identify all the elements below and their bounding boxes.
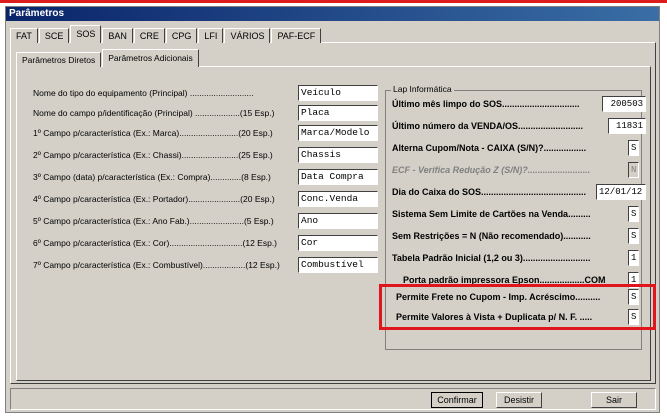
field-row-characteristic-2: 2º Campo p/característica (Ex.: Chassi).… xyxy=(33,147,378,163)
field-label: 3º Campo (data) p/característica (Ex.: C… xyxy=(33,172,271,182)
row-label: Sem Restrições = N (Não recomendado)....… xyxy=(392,231,591,241)
row-label: Tabela Padrão Inicial (1,2 ou 3)........… xyxy=(392,253,591,263)
top-tab-strip: FAT SCE SOS BAN CRE CPG LFI VÁRIOS PAF-E… xyxy=(10,25,322,43)
groupbox-title: Lap Informática xyxy=(391,84,454,94)
row-label: Último número da VENDA/OS...............… xyxy=(392,121,584,131)
field-row-identification: Nome do campo p/identificação (Principal… xyxy=(33,105,378,121)
tab-ban[interactable]: BAN xyxy=(102,28,133,43)
row-alterna-cupom: Alterna Cupom/Nota - CAIXA (S/N)?.......… xyxy=(392,140,586,156)
cancel-button[interactable]: Desistir xyxy=(496,392,542,408)
field-row-characteristic-5: 5º Campo p/característica (Ex.: Ano Fab.… xyxy=(33,213,378,229)
characteristic-6-input[interactable]: Cor xyxy=(298,235,378,251)
confirm-button[interactable]: Confirmar xyxy=(431,392,483,408)
tab-parametros-adicionais[interactable]: Parâmetros Adicionais xyxy=(102,49,199,67)
field-label: 5º Campo p/característica (Ex.: Ano Fab.… xyxy=(33,216,274,226)
field-label: 7º Campo p/característica (Ex.: Combustí… xyxy=(33,260,280,270)
row-no-restrictions: Sem Restrições = N (Não recomendado)....… xyxy=(392,228,591,244)
sub-tab-strip: Parâmetros Diretos Parâmetros Adicionais xyxy=(16,49,200,67)
last-sale-number-input[interactable]: 11831 xyxy=(608,118,646,134)
row-label: ECF - Verifica Redução Z (S/N)?.........… xyxy=(392,165,591,175)
cash-day-input[interactable]: 12/01/12 xyxy=(596,184,646,200)
equipment-type-input[interactable]: Veículo xyxy=(298,85,378,101)
characteristic-7-input[interactable]: Combustível xyxy=(298,257,378,273)
characteristic-4-input[interactable]: Conc.Venda xyxy=(298,191,378,207)
field-row-characteristic-4: 4º Campo p/característica (Ex.: Portador… xyxy=(33,191,378,207)
field-label: 1º Campo p/característica (Ex.: Marca)..… xyxy=(33,128,273,138)
tab-fat[interactable]: FAT xyxy=(10,28,38,43)
field-label: Nome do campo p/identificação (Principal… xyxy=(33,108,275,118)
confirm-label: Confirmar xyxy=(437,395,477,405)
no-restrictions-input[interactable]: S xyxy=(628,228,639,244)
parameters-window: Parâmetros FAT SCE SOS BAN CRE CPG LFI V… xyxy=(5,6,660,413)
row-cash-day: Dia do Caixa do SOS.....................… xyxy=(392,184,586,200)
tab-varios[interactable]: VÁRIOS xyxy=(224,28,271,43)
characteristic-2-input[interactable]: Chassis xyxy=(298,147,378,163)
row-label: Alterna Cupom/Nota - CAIXA (S/N)?.......… xyxy=(392,143,587,153)
alterna-cupom-input[interactable]: S xyxy=(628,140,639,156)
exit-label: Sair xyxy=(605,395,622,405)
last-clean-month-input[interactable]: 200503 xyxy=(602,96,646,112)
field-row-characteristic-1: 1º Campo p/característica (Ex.: Marca)..… xyxy=(33,125,378,141)
ecf-reducao-z-input: N xyxy=(628,162,639,178)
tab-sos[interactable]: SOS xyxy=(70,25,102,43)
exit-button[interactable]: Sair xyxy=(591,392,637,408)
field-label: 6º Campo p/característica (Ex.: Cor)....… xyxy=(33,238,278,248)
row-label: Sistema Sem Limite de Cartões na Venda..… xyxy=(392,209,591,219)
row-default-table: Tabela Padrão Inicial (1,2 ou 3)........… xyxy=(392,250,590,266)
tab-lfi[interactable]: LFI xyxy=(198,28,224,43)
tab-parametros-diretos[interactable]: Parâmetros Diretos xyxy=(16,52,102,67)
characteristic-3-input[interactable]: Data Compra xyxy=(298,169,378,185)
button-bar xyxy=(10,388,656,410)
characteristic-1-input[interactable]: Marca/Modelo xyxy=(298,125,378,141)
tab-cpg[interactable]: CPG xyxy=(165,28,198,43)
row-card-limit: Sistema Sem Limite de Cartões na Venda..… xyxy=(392,206,591,222)
default-table-input[interactable]: 1 xyxy=(628,250,639,266)
field-row-equipment-type: Nome do tipo do equipamento (Principal) … xyxy=(33,85,378,101)
characteristic-5-input[interactable]: Ano xyxy=(298,213,378,229)
identification-input[interactable]: Placa xyxy=(298,105,378,121)
row-ecf-reducao-z: ECF - Verifica Redução Z (S/N)?.........… xyxy=(392,162,590,178)
row-last-sale-number: Último número da VENDA/OS...............… xyxy=(392,118,583,134)
field-label: Nome do tipo do equipamento (Principal) … xyxy=(33,88,254,98)
field-row-characteristic-7: 7º Campo p/característica (Ex.: Combustí… xyxy=(33,257,378,273)
field-row-characteristic-6: 6º Campo p/característica (Ex.: Cor)....… xyxy=(33,235,378,251)
tab-paf-ecf[interactable]: PAF-ECF xyxy=(271,28,322,43)
field-label: 4º Campo p/característica (Ex.: Portador… xyxy=(33,194,275,204)
row-label: Último mês limpo do SOS.................… xyxy=(392,99,580,109)
tab-cre[interactable]: CRE xyxy=(133,28,165,43)
cancel-label: Desistir xyxy=(503,395,534,405)
field-label: 2º Campo p/característica (Ex.: Chassi).… xyxy=(33,150,273,160)
top-accent-bar xyxy=(0,0,667,3)
window-title: Parâmetros xyxy=(6,7,659,21)
row-label: Dia do Caixa do SOS.....................… xyxy=(392,187,587,197)
highlight-box xyxy=(379,284,656,330)
card-limit-input[interactable]: S xyxy=(628,206,639,222)
tab-sce[interactable]: SCE xyxy=(38,28,70,43)
row-last-clean-month: Último mês limpo do SOS.................… xyxy=(392,96,580,112)
field-row-characteristic-3: 3º Campo (data) p/característica (Ex.: C… xyxy=(33,169,378,185)
